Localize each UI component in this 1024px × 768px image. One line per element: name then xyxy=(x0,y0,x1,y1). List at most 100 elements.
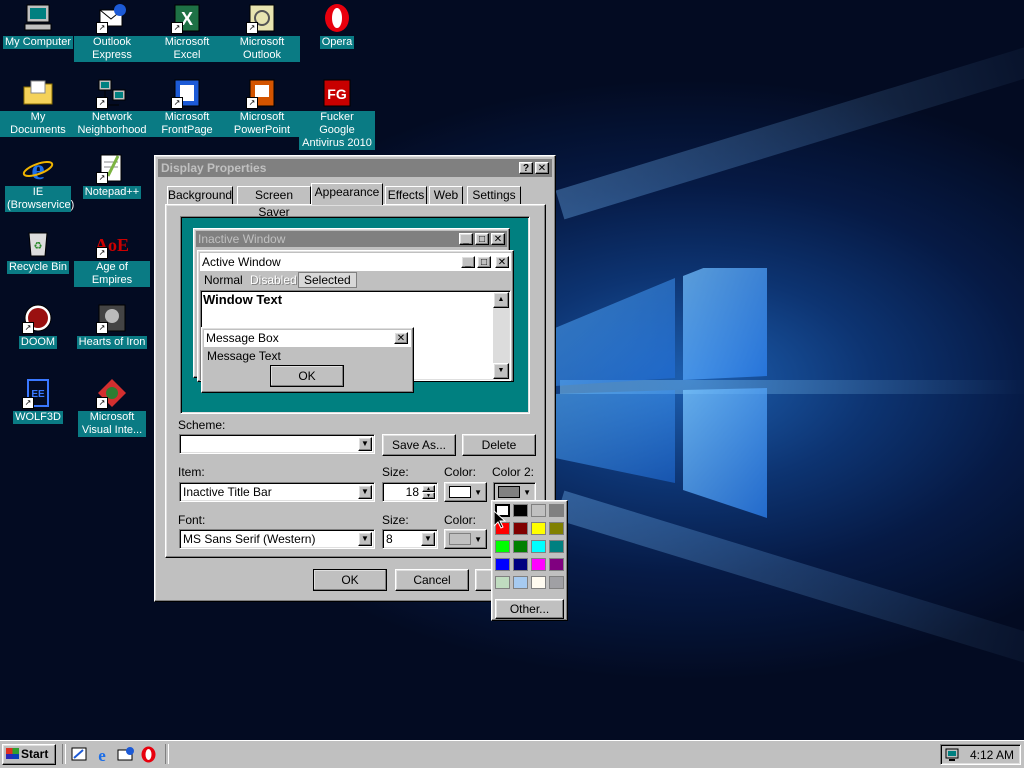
font-color-label: Color: xyxy=(444,513,477,527)
desktop-icon-hearts-of-iron[interactable]: ↗ Hearts of Iron xyxy=(74,302,150,349)
palette-swatch[interactable] xyxy=(531,576,546,589)
dropdown-arrow-icon[interactable]: ▼ xyxy=(358,532,372,546)
spin-down-icon[interactable]: ▼ xyxy=(422,492,435,499)
palette-swatch[interactable] xyxy=(549,558,564,571)
desktop-icon-microsoft-frontpage[interactable]: ↗ Microsoft FrontPage xyxy=(149,77,225,137)
palette-swatch[interactable] xyxy=(531,558,546,571)
taskbar: Start e 4:12 AM xyxy=(0,740,1024,768)
tab-screen-saver[interactable]: Screen Saver xyxy=(237,186,311,219)
internet-explorer-icon[interactable]: e xyxy=(94,746,111,765)
system-tray: 4:12 AM xyxy=(940,744,1021,765)
palette-swatch[interactable] xyxy=(549,504,564,517)
desktop-icon-microsoft-powerpoint[interactable]: ↗ Microsoft PowerPoint xyxy=(224,77,300,137)
tab-effects[interactable]: Effects xyxy=(385,186,427,204)
tab-appearance[interactable]: Appearance xyxy=(311,183,383,205)
palette-swatch[interactable] xyxy=(531,540,546,553)
item-color2-button[interactable]: ▼ xyxy=(493,482,536,502)
wolf3d-icon: EE ↗ xyxy=(22,377,54,409)
desktop-icon-ie[interactable]: e IE (Browservice) xyxy=(0,152,76,212)
font-select[interactable]: MS Sans Serif (Western) ▼ xyxy=(179,529,375,549)
font-size-select[interactable]: 8 ▼ xyxy=(382,529,438,549)
ok-button[interactable]: OK xyxy=(313,569,387,591)
item-color-button[interactable]: ▼ xyxy=(444,482,487,502)
palette-swatch[interactable] xyxy=(495,576,510,589)
delete-button[interactable]: Delete xyxy=(462,434,536,456)
show-desktop-icon[interactable] xyxy=(71,746,88,763)
my-documents-icon xyxy=(22,77,54,109)
palette-swatch[interactable] xyxy=(513,522,528,535)
maximize-icon: □ xyxy=(475,233,489,245)
desktop-icon-wolf3d[interactable]: EE ↗ WOLF3D xyxy=(0,377,76,424)
help-button[interactable]: ? xyxy=(519,162,533,174)
tab-settings[interactable]: Settings xyxy=(467,186,521,204)
desktop-icon-doom[interactable]: ↗ DOOM xyxy=(0,302,76,349)
spin-up-icon[interactable]: ▲ xyxy=(422,485,435,492)
windows-flag-icon xyxy=(6,748,19,759)
clock[interactable]: 4:12 AM xyxy=(970,748,1014,762)
desktop-icon-visual-interdev[interactable]: ↗ Microsoft Visual Inte... xyxy=(74,377,150,437)
desktop-icon-microsoft-excel[interactable]: X ↗ Microsoft Excel xyxy=(149,2,225,62)
desktop-icon-network-neighborhood[interactable]: ↗ Network Neighborhood xyxy=(74,77,150,137)
desktop-icon-label: My Computer xyxy=(2,36,74,49)
preview-active-title-bar: Active Window _ □ ✕ xyxy=(200,253,511,271)
desktop-icon-my-computer[interactable]: My Computer xyxy=(0,2,76,49)
tab-web[interactable]: Web xyxy=(429,186,463,204)
outlook-express-icon[interactable] xyxy=(117,746,134,763)
start-button[interactable]: Start xyxy=(2,744,56,765)
desktop-icon-label: Age of Empires xyxy=(74,261,150,287)
preview-scrollbar: ▲ ▼ xyxy=(493,292,509,379)
appearance-preview[interactable]: Inactive Window _ □ ✕ Active Window _ □ … xyxy=(180,216,530,414)
palette-swatch[interactable] xyxy=(513,540,528,553)
desktop-icon-antivirus[interactable]: FG Fucker Google Antivirus 2010 xyxy=(299,77,375,150)
scheme-select[interactable]: ▼ xyxy=(179,434,375,454)
desktop-icon-age-of-empires[interactable]: AoE ↗ Age of Empires xyxy=(74,227,150,287)
preview-menu-disabled: Disabled xyxy=(250,273,297,287)
minimize-icon: _ xyxy=(459,233,473,245)
dropdown-arrow-icon[interactable]: ▼ xyxy=(358,485,372,499)
item-size-label: Size: xyxy=(382,465,409,479)
other-colors-button[interactable]: Other... xyxy=(495,599,564,619)
palette-swatch[interactable] xyxy=(549,522,564,535)
item-size-spinner[interactable]: 18 ▲ ▼ xyxy=(382,482,438,502)
palette-swatch[interactable] xyxy=(513,558,528,571)
desktop-icon-label: Microsoft Visual Inte... xyxy=(78,411,146,437)
palette-swatch[interactable] xyxy=(513,504,528,517)
desktop-icon-notepad-plus-plus[interactable]: ↗ Notepad++ xyxy=(74,152,150,199)
dialog-title-bar[interactable]: Display Properties ? ✕ xyxy=(158,159,552,177)
cancel-button[interactable]: Cancel xyxy=(395,569,469,591)
palette-swatch[interactable] xyxy=(513,576,528,589)
taskbar-divider xyxy=(62,744,66,764)
desktop-icon-microsoft-outlook[interactable]: ↗ Microsoft Outlook xyxy=(224,2,300,62)
palette-swatch[interactable] xyxy=(549,576,564,589)
desktop-icon-outlook-express[interactable]: ↗ Outlook Express xyxy=(74,2,150,62)
save-as-button[interactable]: Save As... xyxy=(382,434,456,456)
palette-swatch[interactable] xyxy=(495,558,510,571)
palette-swatch[interactable] xyxy=(531,504,546,517)
desktop-icon-my-documents[interactable]: My Documents xyxy=(0,77,76,137)
opera-icon[interactable] xyxy=(140,746,157,763)
dropdown-arrow-icon[interactable]: ▼ xyxy=(421,532,435,546)
item-select[interactable]: Inactive Title Bar ▼ xyxy=(179,482,375,502)
desktop-icon-recycle-bin[interactable]: ♻ Recycle Bin xyxy=(0,227,76,274)
mouse-cursor-icon xyxy=(494,511,506,529)
dialog-title: Display Properties xyxy=(161,161,267,175)
desktop-icon-label: Microsoft FrontPage xyxy=(149,111,225,137)
hearts-of-iron-icon: ↗ xyxy=(96,302,128,334)
font-color-button[interactable]: ▼ xyxy=(444,529,487,549)
palette-swatch[interactable] xyxy=(531,522,546,535)
desktop-icon-opera[interactable]: Opera xyxy=(299,2,375,49)
microsoft-excel-icon: X ↗ xyxy=(171,2,203,34)
antivirus-icon: FG xyxy=(321,77,353,109)
palette-swatch[interactable] xyxy=(549,540,564,553)
tab-background[interactable]: Background xyxy=(167,186,233,204)
close-button[interactable]: ✕ xyxy=(535,162,549,174)
display-settings-icon[interactable] xyxy=(945,747,961,763)
scroll-up-icon: ▲ xyxy=(493,292,509,308)
font-size-label: Size: xyxy=(382,513,409,527)
microsoft-outlook-icon: ↗ xyxy=(246,2,278,34)
preview-message-text: Message Text xyxy=(207,349,281,363)
appearance-tab-pane: Inactive Window _ □ ✕ Active Window _ □ … xyxy=(165,204,546,558)
internet-explorer-icon: e xyxy=(22,152,54,184)
palette-swatch[interactable] xyxy=(495,540,510,553)
dropdown-arrow-icon[interactable]: ▼ xyxy=(358,437,372,451)
